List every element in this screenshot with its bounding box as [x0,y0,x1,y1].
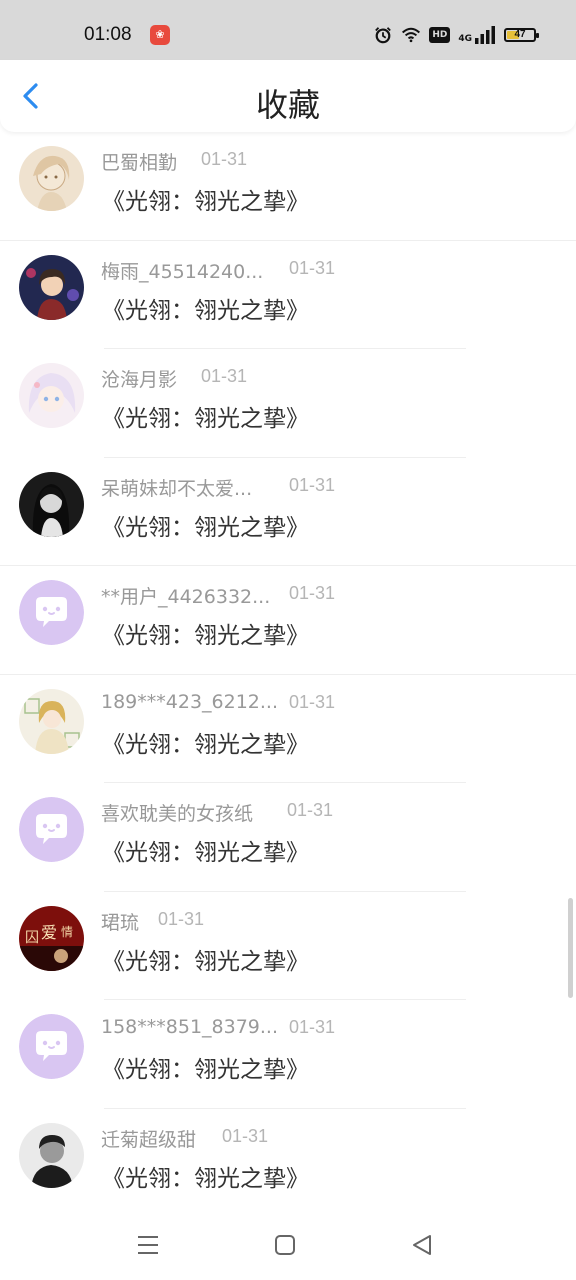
favorite-date: 01-31 [289,691,336,712]
system-nav-bar [0,1210,576,1280]
back-triangle-icon[interactable] [409,1232,435,1258]
list-item[interactable]: 呆萌妹却不太爱... 01-31 《光翎：翎光之挚》 [0,458,576,567]
user-name[interactable]: 189***423_6212... [101,691,278,713]
book-title[interactable]: 《光翎：翎光之挚》 [102,833,309,867]
user-name[interactable]: 珺琉 [101,908,139,935]
app-notification-icon: ❀ [150,25,170,45]
avatar[interactable]: 囚 爱 情 [19,905,84,971]
user-name[interactable]: 158***851_8379... [101,1016,278,1038]
status-bar: 01:08 ❀ HD 4G 47 [0,0,576,60]
favorite-date: 01-31 [158,908,205,929]
book-title[interactable]: 《光翎：翎光之挚》 [102,616,309,650]
book-title[interactable]: 《光翎：翎光之挚》 [102,725,309,759]
user-name[interactable]: 沧海月影 [101,365,177,392]
favorite-date: 01-31 [289,474,336,495]
menu-icon[interactable] [135,1232,161,1258]
svg-text:囚: 囚 [25,930,39,946]
scrollbar[interactable] [568,898,573,998]
user-name[interactable]: 呆萌妹却不太爱... [101,474,252,501]
avatar[interactable] [19,1122,84,1188]
favorites-list: 巴蜀相勤 01-31 《光翎：翎光之挚》 梅雨_45514240... 01-3… [0,132,576,1217]
favorite-date: 01-31 [287,800,334,820]
alarm-icon [375,27,392,44]
page-header: 收藏 [0,60,576,132]
list-item[interactable]: 沧海月影 01-31 《光翎：翎光之挚》 [0,349,576,458]
list-item[interactable]: 158***851_8379... 01-31 《光翎：翎光之挚》 [0,1000,576,1109]
list-item[interactable]: 189***423_6212... 01-31 《光翎：翎光之挚》 [0,675,576,784]
battery-percent: 47 [514,29,526,40]
status-icons: HD 4G 47 [373,26,539,44]
book-title[interactable]: 《光翎：翎光之挚》 [102,182,309,216]
book-title[interactable]: 《光翎：翎光之挚》 [102,1159,309,1193]
user-name[interactable]: 迁菊超级甜 [101,1125,196,1152]
favorite-date: 01-31 [222,1125,269,1146]
favorite-date: 01-31 [201,366,248,386]
avatar[interactable] [19,254,84,320]
battery-icon: 47 [504,28,539,42]
network-gen-label: 4G [458,34,472,44]
signal-icon: 4G [458,26,496,44]
book-title[interactable]: 《光翎：翎光之挚》 [102,1050,309,1084]
list-item[interactable]: 囚 爱 情 珺琉 01-31 《光翎：翎光之挚》 [0,892,576,1001]
avatar[interactable] [19,580,84,645]
home-icon[interactable] [272,1232,298,1258]
user-name[interactable]: 喜欢耽美的女孩纸 [101,799,253,826]
book-title[interactable]: 《光翎：翎光之挚》 [102,508,309,542]
avatar[interactable] [19,471,84,537]
book-title[interactable]: 《光翎：翎光之挚》 [102,942,309,976]
status-time: 01:08 [84,24,132,45]
avatar[interactable] [19,797,84,862]
favorite-date: 01-31 [289,1017,336,1037]
avatar[interactable] [19,1014,84,1079]
list-item[interactable]: 梅雨_45514240... 01-31 《光翎：翎光之挚》 [0,241,576,350]
list-item[interactable]: **用户_4426332... 01-31 《光翎：翎光之挚》 [0,566,576,675]
hd-icon: HD [429,27,451,43]
avatar[interactable] [19,363,84,428]
signal-bars-icon [475,26,495,44]
favorite-date: 01-31 [289,583,336,603]
list-item[interactable]: 喜欢耽美的女孩纸 01-31 《光翎：翎光之挚》 [0,783,576,892]
book-title[interactable]: 《光翎：翎光之挚》 [102,291,309,325]
user-name[interactable]: **用户_4426332... [101,582,270,609]
user-name[interactable]: 梅雨_45514240... [101,257,263,284]
svg-text:情: 情 [61,925,73,939]
list-item[interactable]: 巴蜀相勤 01-31 《光翎：翎光之挚》 [0,132,576,241]
user-name[interactable]: 巴蜀相勤 [101,148,177,175]
svg-text:爱: 爱 [41,923,57,942]
list-item[interactable]: 迁菊超级甜 01-31 《光翎：翎光之挚》 [0,1109,576,1218]
page-title: 收藏 [255,86,320,124]
book-title[interactable]: 《光翎：翎光之挚》 [102,399,309,433]
avatar[interactable] [19,146,84,211]
wifi-icon [402,27,421,43]
favorite-date: 01-31 [289,257,336,278]
favorite-date: 01-31 [201,149,248,169]
avatar[interactable] [19,688,84,754]
